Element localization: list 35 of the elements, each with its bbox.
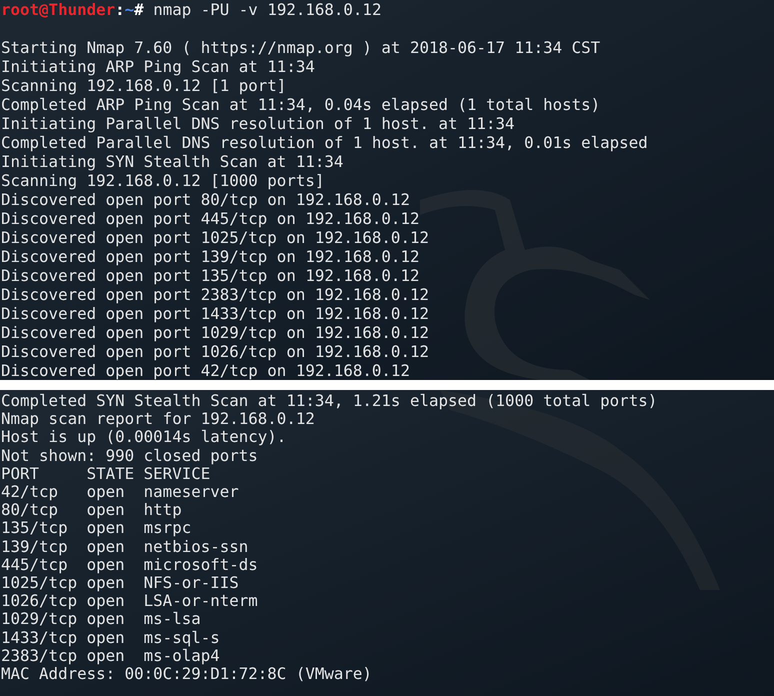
output-line: 135/tcp open msrpc (1, 519, 192, 538)
output-line: Discovered open port 1026/tcp on 192.168.0.12 (1, 342, 429, 361)
output-line: PORT STATE SERVICE (1, 464, 210, 484)
output-line: 445/tcp open microsoft-ds (1, 556, 258, 574)
output-line: Discovered open port 445/tcp on 192.168.0.12 (1, 209, 420, 228)
output-line: Discovered open port 2383/tcp on 192.168.0.12 (1, 285, 429, 304)
output-line: Discovered open port 135/tcp on 192.168.0.12 (1, 266, 420, 285)
output-line: 80/tcp open http (1, 501, 182, 520)
output-line: Discovered open port 139/tcp on 192.168.0.12 (1, 247, 420, 266)
output-line: 1026/tcp open LSA-or-nterm (1, 592, 258, 610)
output-line: Discovered open port 1433/tcp on 192.168.0.12 (1, 304, 429, 323)
output-line: Nmap scan report for 192.168.0.12 (1, 410, 315, 428)
output-line: Initiating Parallel DNS resolution of 1 host. at 11:34 (1, 114, 515, 133)
output-line: Discovered open port 1029/tcp on 192.168.0.12 (1, 323, 429, 342)
output-line: Discovered open port 42/tcp on 192.168.0.12 (1, 361, 410, 380)
output-line: Initiating SYN Stealth Scan at 11:34 (1, 152, 344, 171)
output-line: Initiating ARP Ping Scan at 11:34 (1, 57, 315, 76)
output-line: Completed Parallel DNS resolution of 1 host. at 11:34, 0.01s elapsed (1, 133, 648, 152)
output-line: Completed ARP Ping Scan at 11:34, 0.04s elapsed (1 total hosts) (1, 95, 600, 114)
output-line: 1029/tcp open ms-lsa (1, 610, 201, 629)
output-line: 139/tcp open netbios-ssn (1, 538, 248, 556)
output-line: Discovered open port 1025/tcp on 192.168.0.12 (1, 228, 429, 247)
output-line: 2383/tcp open ms-olap4 (1, 646, 220, 666)
output-line: 1025/tcp open NFS-or-IIS (1, 574, 239, 592)
output-line: Host is up (0.00014s latency). (1, 428, 286, 447)
output-line: 1433/tcp open ms-sql-s (1, 628, 220, 647)
output-line: Completed SYN Stealth Scan at 11:34, 1.21s elapsed (1000 total ports) (1, 392, 658, 410)
output-line: Starting Nmap 7.60 ( https://nmap.org ) at 2018-06-17 11:34 CST (1, 38, 600, 57)
output-line: MAC Address: 00:0C:29:D1:72:8C (VMware) (1, 665, 372, 684)
output-line: 42/tcp open nameserver (1, 483, 239, 502)
output-line: Not shown: 990 closed ports (1, 446, 258, 465)
prompt-line: root@Thunder:~# nmap -PU -v 192.168.0.12 (1, 0, 382, 19)
output-line: Scanning 192.168.0.12 [1 port] (1, 76, 286, 95)
output-line: Scanning 192.168.0.12 [1000 ports] (1, 171, 324, 190)
output-line: Discovered open port 80/tcp on 192.168.0.12 (1, 190, 410, 209)
